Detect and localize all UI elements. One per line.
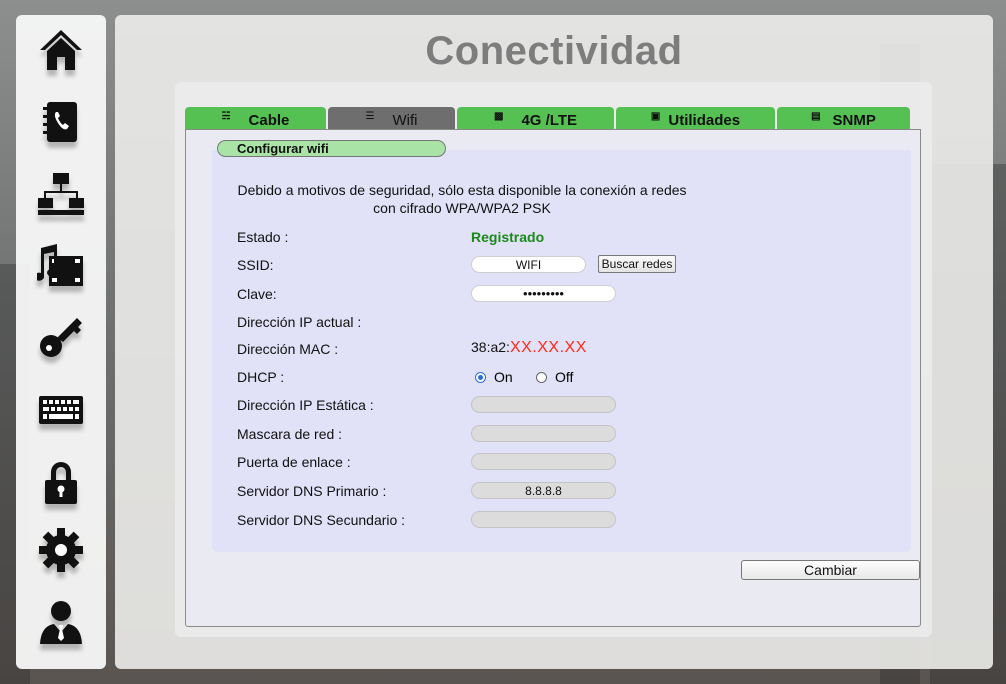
radio-selected-icon xyxy=(475,371,486,383)
tab-label: 4G /LTE xyxy=(521,112,577,129)
ethernet-icon: ☵ xyxy=(221,111,231,122)
dhcp-on-label: On xyxy=(494,369,513,385)
gear-icon xyxy=(39,528,83,572)
home-icon xyxy=(40,30,82,70)
sidebar-item-keyboard[interactable] xyxy=(16,378,106,442)
mac-masked: XX.XX.XX xyxy=(509,339,587,356)
ssid-label: SSID: xyxy=(237,257,274,273)
gateway-input[interactable] xyxy=(471,453,616,470)
tab-label: Wifi xyxy=(392,112,418,129)
wifi-form-area: Debido a motivos de seguridad, sólo esta… xyxy=(212,150,911,552)
radio-unselected-icon xyxy=(536,371,547,383)
multimedia-icon xyxy=(37,244,83,286)
sidebar-item-user[interactable] xyxy=(16,590,106,654)
dhcp-on-radio[interactable]: On xyxy=(475,369,513,385)
settings-card: ☵ Cable ☰ Wifi ▩ 4G /LTE ▣ Utilidades ▤ … xyxy=(175,82,932,637)
cellular-icon: ▩ xyxy=(493,111,504,122)
mac-label: Dirección MAC : xyxy=(237,341,339,357)
document-icon: ▤ xyxy=(811,111,821,122)
password-input[interactable] xyxy=(471,285,616,302)
search-networks-button[interactable]: Buscar redes xyxy=(598,255,676,273)
apply-button[interactable]: Cambiar xyxy=(741,560,920,580)
notice-line-2: con cifrado WPA/WPA2 PSK xyxy=(373,200,551,216)
ssid-input[interactable] xyxy=(471,256,586,273)
dns-primary-input[interactable] xyxy=(471,482,616,499)
sidebar-item-network[interactable] xyxy=(16,162,106,226)
sidebar-item-multimedia[interactable] xyxy=(16,234,106,298)
tab-snmp[interactable]: ▤ SNMP xyxy=(777,107,910,130)
ip-actual-label: Dirección IP actual : xyxy=(237,314,362,330)
netmask-label: Mascara de red : xyxy=(237,426,343,442)
section-title: Configurar wifi xyxy=(217,140,446,157)
dhcp-off-label: Off xyxy=(555,369,574,385)
page-title: Conectividad xyxy=(425,29,683,73)
tab-label: Cable xyxy=(248,112,290,129)
main-panel: Conectividad ☵ Cable ☰ Wifi ▩ 4G /LTE ▣ … xyxy=(115,15,993,669)
tab-wifi[interactable]: ☰ Wifi xyxy=(328,107,455,130)
dns-secondary-input[interactable] xyxy=(471,511,616,528)
tab-4g-lte[interactable]: ▩ 4G /LTE xyxy=(457,107,614,130)
netmask-input[interactable] xyxy=(471,425,616,442)
key-icon xyxy=(40,318,82,357)
sidebar-item-phonebook[interactable] xyxy=(16,90,106,154)
wifi-icon: ☰ xyxy=(365,111,375,122)
ip-static-label: Dirección IP Estática : xyxy=(237,397,374,413)
phonebook-icon xyxy=(43,102,77,142)
tab-label: Utilidades xyxy=(668,112,741,129)
tab-utilidades[interactable]: ▣ Utilidades xyxy=(616,107,775,130)
mac-prefix: 38:a2: xyxy=(471,339,510,355)
dhcp-label: DHCP : xyxy=(237,369,285,385)
estado-label: Estado : xyxy=(237,229,289,245)
keyboard-icon xyxy=(39,396,83,424)
gateway-label: Puerta de enlace : xyxy=(237,454,351,470)
dns-secondary-label: Servidor DNS Secundario : xyxy=(237,512,406,528)
user-icon xyxy=(40,601,82,644)
tab-cable[interactable]: ☵ Cable xyxy=(185,107,326,130)
notice-line-1: Debido a motivos de seguridad, sólo esta… xyxy=(237,182,687,198)
tools-icon: ▣ xyxy=(650,111,661,122)
mac-value: 38:a2:XX.XX.XX xyxy=(471,339,587,357)
dns-primary-label: Servidor DNS Primario : xyxy=(237,483,387,499)
dhcp-off-radio[interactable]: Off xyxy=(536,369,573,385)
sidebar xyxy=(16,15,106,669)
tab-label: SNMP xyxy=(832,112,876,129)
sidebar-item-lock[interactable] xyxy=(16,450,106,514)
ip-static-input[interactable] xyxy=(471,396,616,413)
security-notice: Debido a motivos de seguridad, sólo esta… xyxy=(212,181,712,217)
network-icon xyxy=(38,173,84,215)
sidebar-item-key[interactable] xyxy=(16,306,106,370)
sidebar-item-home[interactable] xyxy=(16,18,106,82)
wifi-tab-content: Debido a motivos de seguridad, sólo esta… xyxy=(185,129,921,627)
lock-icon xyxy=(45,462,77,504)
clave-label: Clave: xyxy=(237,286,277,302)
sidebar-item-settings[interactable] xyxy=(16,518,106,582)
estado-value: Registrado xyxy=(471,229,545,245)
